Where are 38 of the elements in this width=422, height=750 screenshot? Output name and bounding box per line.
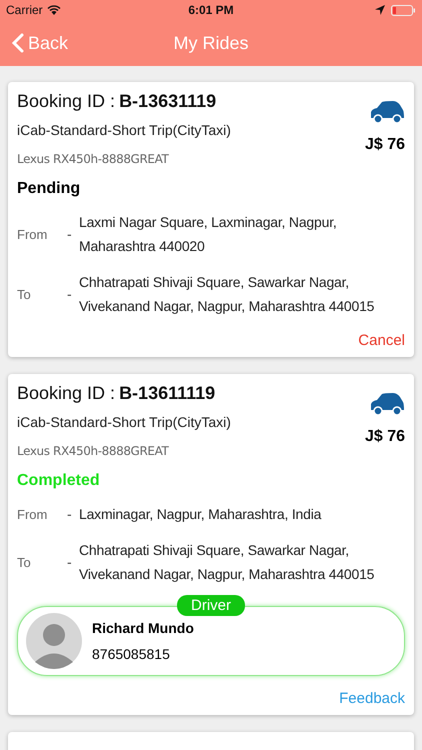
dash-separator: - <box>67 226 73 242</box>
car-icon <box>369 392 405 416</box>
clock-time: 6:01 PM <box>188 3 234 17</box>
wifi-icon <box>46 5 61 15</box>
car-icon <box>369 100 405 124</box>
avatar-icon <box>26 613 82 669</box>
vehicle-name: Lexus RX450h-8888GREAT <box>17 444 170 458</box>
from-label: From <box>17 506 48 522</box>
ride-status: Completed <box>17 472 101 490</box>
back-button[interactable]: Back <box>0 32 68 54</box>
location-arrow-icon <box>375 5 385 15</box>
to-label: To <box>17 286 32 302</box>
driver-badge: Driver <box>177 595 245 616</box>
driver-phone: 8765085815 <box>92 646 171 662</box>
drop-address: Chhatrapati Shivaji Square, Sawarkar Nagar, Vivekanand Nagar, Nagpur, Maharashtra 440015 <box>79 273 376 316</box>
pickup-address: Laxmi Nagar Square, Laxminagar, Nagpur, Maharashtra 440020 <box>79 213 338 256</box>
fare-amount: J$ 76 <box>364 428 405 446</box>
screen-title: My Rides <box>173 32 248 52</box>
cancel-button[interactable]: Cancel <box>358 332 405 349</box>
from-label: From <box>17 226 48 242</box>
chevron-left-icon <box>12 33 24 53</box>
feedback-button[interactable]: Feedback <box>339 690 405 707</box>
service-name: iCab-Standard-Short Trip(CityTaxi) <box>17 414 232 430</box>
fare-amount: J$ 76 <box>364 136 405 154</box>
service-name: iCab-Standard-Short Trip(CityTaxi) <box>17 122 232 138</box>
to-label: To <box>17 554 32 570</box>
pickup-address: Laxminagar, Nagpur, Maharashtra, India <box>79 505 322 524</box>
driver-name: Richard Mundo <box>92 620 194 636</box>
battery-icon <box>391 4 416 16</box>
vehicle-name: Lexus RX450h-8888GREAT <box>17 152 170 166</box>
drop-address: Chhatrapati Shivaji Square, Sawarkar Nagar, Vivekanand Nagar, Nagpur, Maharashtra 440015 <box>79 541 376 584</box>
booking-id: Booking ID : B-13611119 <box>17 382 216 404</box>
ride-status: Pending <box>17 180 82 198</box>
dash-separator: - <box>67 506 73 522</box>
dash-separator: - <box>67 554 73 570</box>
dash-separator: - <box>67 286 73 302</box>
booking-id: Booking ID : B-13631119 <box>17 90 218 112</box>
carrier-label: Carrier <box>6 3 43 17</box>
